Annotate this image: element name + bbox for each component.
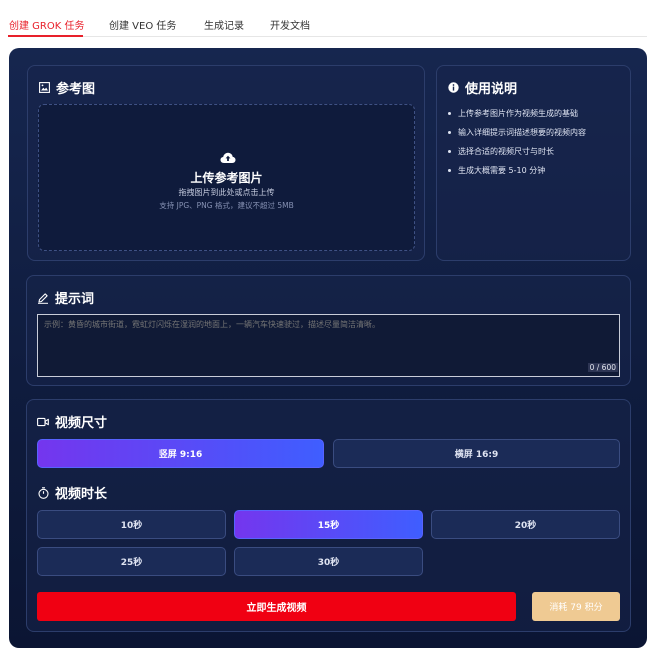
- tab-divider: [8, 36, 647, 37]
- duration-option-10s[interactable]: 10秒: [37, 510, 226, 539]
- instructions-title: 使用说明: [447, 78, 517, 97]
- video-duration-title: 视频时长: [37, 483, 107, 502]
- prompt-title: 提示词: [37, 288, 94, 307]
- stopwatch-icon: [37, 486, 49, 499]
- duration-option-15s[interactable]: 15秒: [234, 510, 423, 539]
- list-item: 选择合适的视频尺寸与时长: [447, 146, 625, 165]
- pencil-icon: [37, 292, 49, 304]
- size-option-portrait[interactable]: 竖屏 9:16: [37, 439, 324, 468]
- video-camera-icon: [37, 416, 49, 428]
- tab-bar: 创建 GROK 任务 创建 VEO 任务 生成记录 开发文档: [0, 0, 655, 38]
- reference-image-card: 参考图 上传参考图片 拖拽图片到此处或点击上传 支持 JPG、PNG 格式，建议…: [27, 65, 425, 261]
- upload-title: 上传参考图片: [190, 171, 263, 185]
- prompt-input[interactable]: [37, 314, 620, 377]
- size-option-landscape[interactable]: 横屏 16:9: [333, 439, 620, 468]
- reference-image-title: 参考图: [38, 78, 95, 97]
- prompt-card: 提示词 0 / 600: [26, 275, 631, 386]
- info-icon: [447, 82, 459, 94]
- generate-video-button[interactable]: 立即生成视频: [37, 592, 516, 621]
- tab-history[interactable]: 生成记录: [204, 17, 244, 32]
- upload-dropzone[interactable]: 上传参考图片 拖拽图片到此处或点击上传 支持 JPG、PNG 格式，建议不超过 …: [38, 104, 415, 251]
- tab-create-veo[interactable]: 创建 VEO 任务: [109, 17, 176, 32]
- instructions-list: 上传参考图片作为视频生成的基础 输入详细提示词描述想要的视频内容 选择合适的视频…: [447, 108, 625, 184]
- duration-option-20s[interactable]: 20秒: [431, 510, 620, 539]
- image-icon: [38, 82, 50, 94]
- instructions-card: 使用说明 上传参考图片作为视频生成的基础 输入详细提示词描述想要的视频内容 选择…: [436, 65, 631, 261]
- duration-option-30s[interactable]: 30秒: [234, 547, 423, 576]
- video-size-title: 视频尺寸: [37, 412, 107, 431]
- list-item: 上传参考图片作为视频生成的基础: [447, 108, 625, 127]
- active-tab-indicator: [8, 35, 83, 37]
- create-task-panel: 参考图 上传参考图片 拖拽图片到此处或点击上传 支持 JPG、PNG 格式，建议…: [9, 48, 647, 648]
- cost-badge: 消耗 79 积分: [532, 592, 620, 621]
- video-settings-card: 视频尺寸 竖屏 9:16 横屏 16:9 视频时长 10秒 15秒 20秒 25…: [26, 399, 631, 632]
- tab-docs[interactable]: 开发文档: [270, 17, 310, 32]
- duration-option-25s[interactable]: 25秒: [37, 547, 226, 576]
- cloud-upload-icon: [220, 149, 236, 163]
- prompt-char-counter: 0 / 600: [587, 363, 618, 372]
- tab-create-grok[interactable]: 创建 GROK 任务: [9, 17, 84, 32]
- upload-format-hint: 支持 JPG、PNG 格式，建议不超过 5MB: [159, 201, 294, 210]
- list-item: 生成大概需要 5-10 分钟: [447, 165, 625, 184]
- list-item: 输入详细提示词描述想要的视频内容: [447, 127, 625, 146]
- upload-subtitle: 拖拽图片到此处或点击上传: [178, 188, 275, 197]
